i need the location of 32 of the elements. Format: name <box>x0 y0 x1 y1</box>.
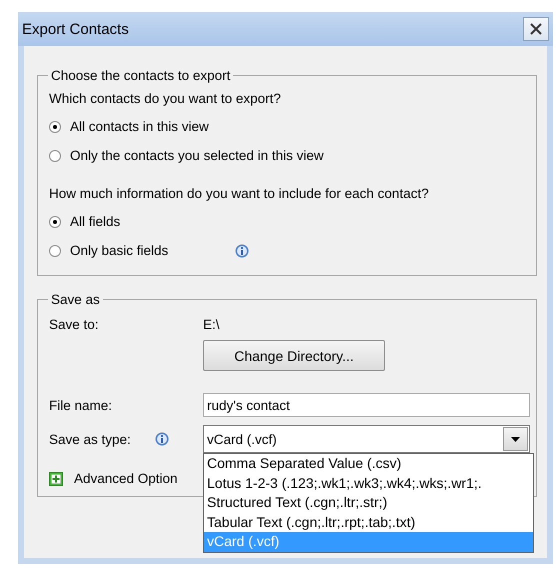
expand-icon[interactable] <box>49 472 63 486</box>
info-icon[interactable] <box>235 244 249 258</box>
radio-button[interactable] <box>49 150 61 162</box>
question-text: How much information do you want to include for each contact? <box>49 186 430 201</box>
dropdown-button[interactable] <box>503 427 528 451</box>
radio-label[interactable]: Only basic fields <box>70 243 226 258</box>
question-text: Which contacts do you want to export? <box>49 91 282 106</box>
dropdown-option[interactable]: Structured Text (.cgn;.ltr;.str;) <box>204 493 533 512</box>
dropdown-option[interactable]: Lotus 1-2-3 (.123;.wk1;.wk3;.wk4;.wks;.wr1;. <box>204 474 533 493</box>
dropdown-option[interactable]: Comma Separated Value (.csv) <box>204 454 533 474</box>
window-title: Export Contacts <box>22 20 129 38</box>
file-name-field[interactable]: rudy's contact <box>203 393 530 417</box>
close-button[interactable] <box>523 17 549 41</box>
save-as-type-label: Save as type: <box>49 432 131 446</box>
radio-button[interactable] <box>49 216 61 228</box>
group-legend: Save as <box>48 292 103 307</box>
save-to-label: Save to: <box>49 317 100 332</box>
save-as-type-dropdown[interactable]: vCard (.vcf) <box>203 425 530 453</box>
info-icon[interactable] <box>154 432 169 446</box>
change-directory-button[interactable]: Change Directory... <box>203 340 385 371</box>
caret-icon <box>511 436 520 442</box>
radio-label[interactable]: All contacts in this view <box>70 119 209 134</box>
radio-label[interactable]: Only the contacts you selected in this view <box>70 148 324 163</box>
radio-button[interactable] <box>49 244 61 256</box>
close-icon <box>529 22 543 36</box>
save-to-path: E:\ <box>203 317 221 332</box>
dropdown-option[interactable]: Tabular Text (.cgn;.ltr;.rpt;.tab;.txt) <box>204 512 533 532</box>
radio-label[interactable]: All fields <box>70 214 226 229</box>
advanced-options-link[interactable]: Advanced Option <box>74 471 178 486</box>
file-name-label: File name: <box>49 398 114 412</box>
radio-button[interactable] <box>49 120 61 132</box>
group-legend: Choose the contacts to export <box>48 68 234 83</box>
